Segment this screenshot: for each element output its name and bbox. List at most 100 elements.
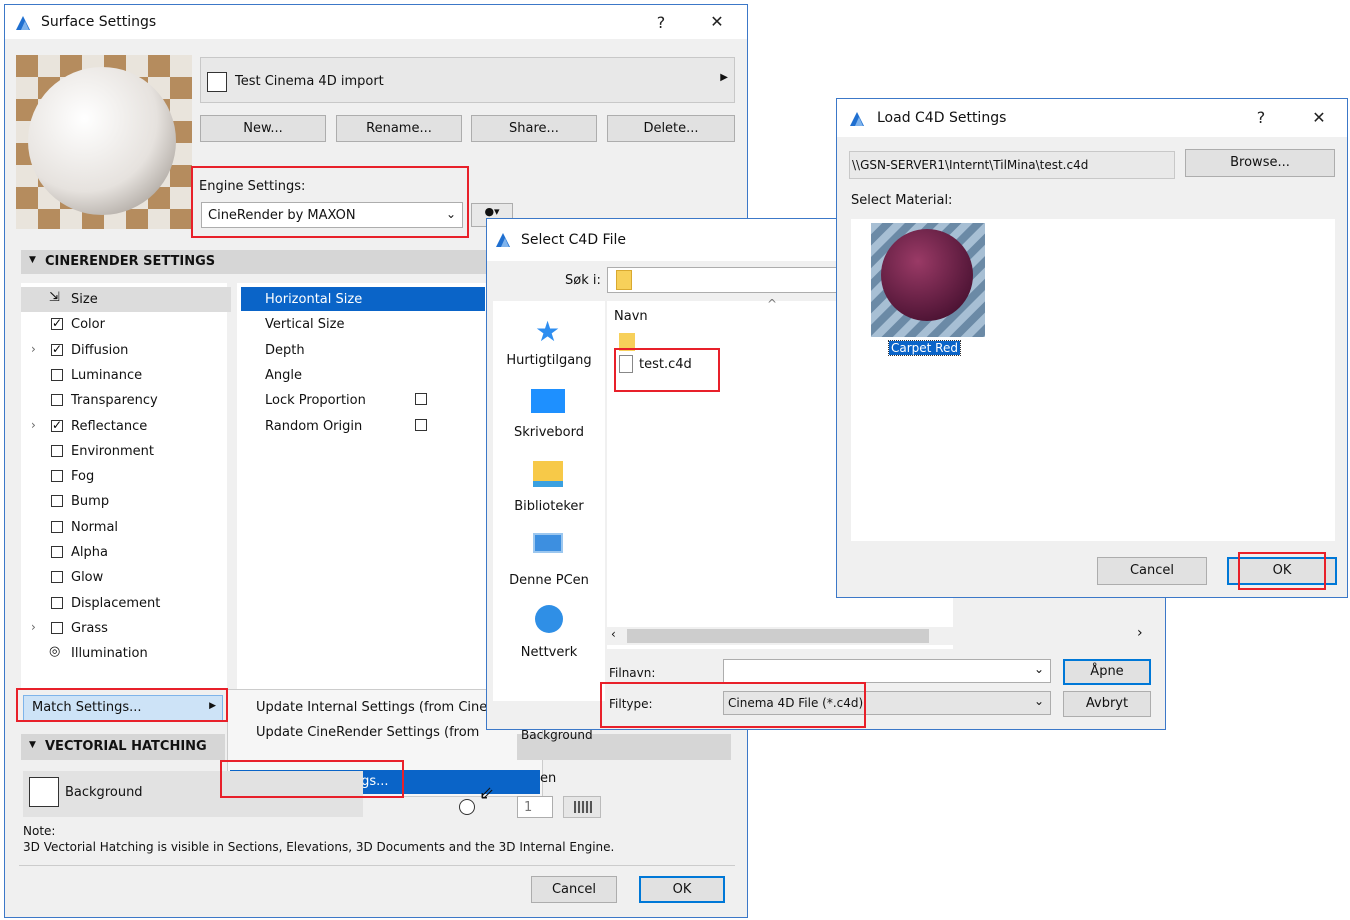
- channel-checkbox[interactable]: [51, 495, 63, 508]
- help-button[interactable]: ?: [1249, 108, 1273, 127]
- channel-label: Luminance: [71, 367, 143, 383]
- close-button[interactable]: ✕: [1307, 108, 1331, 127]
- highlight-ok: [1238, 552, 1326, 590]
- channel-label: Color: [71, 317, 105, 333]
- channel-item[interactable]: Bump: [21, 489, 231, 514]
- teapot-icon: ●▾: [484, 205, 500, 218]
- parameter-row[interactable]: Depth: [241, 338, 485, 362]
- delete-button[interactable]: Delete...: [607, 115, 735, 142]
- place-label: Skrivebord: [513, 425, 584, 440]
- chevron-left-icon[interactable]: ‹: [611, 627, 616, 641]
- channel-item[interactable]: Environment: [21, 439, 231, 464]
- cancel-button[interactable]: Cancel: [531, 876, 617, 903]
- pen-color-swatch[interactable]: [563, 796, 601, 818]
- material-list: Carpet Red: [851, 219, 1335, 541]
- channel-item[interactable]: Transparency: [21, 388, 231, 413]
- place-network[interactable]: Nettverk: [493, 605, 605, 665]
- place-label: Hurtigtilgang: [506, 353, 592, 368]
- menu-item-label: Update CineRender Settings (from: [256, 725, 480, 740]
- file-path-field[interactable]: \\GSN-SERVER1\Internt\TilMina\test.c4d: [849, 151, 1175, 179]
- channel-checkbox[interactable]: [51, 444, 63, 457]
- channel-label: Glow: [71, 570, 104, 586]
- channel-checkbox[interactable]: [51, 596, 63, 609]
- channel-item[interactable]: Luminance: [21, 363, 231, 388]
- place-quick-access[interactable]: ★ Hurtigtilgang: [493, 315, 605, 375]
- filename-input[interactable]: ⌄: [723, 659, 1051, 683]
- rename-button[interactable]: Rename...: [336, 115, 462, 142]
- channel-item[interactable]: › Diffusion: [21, 338, 231, 363]
- parameter-row[interactable]: Vertical Size: [241, 312, 485, 336]
- channel-label: Illumination: [71, 646, 148, 662]
- place-desktop[interactable]: Skrivebord: [493, 389, 605, 449]
- channel-item[interactable]: Fog: [21, 464, 231, 489]
- title-bar: Load C4D Settings ? ✕: [837, 99, 1347, 137]
- cancel-button[interactable]: Cancel: [1097, 557, 1207, 585]
- expand-arrow-icon[interactable]: ›: [31, 620, 36, 634]
- chevron-down-icon: ⌄: [1033, 662, 1044, 676]
- browse-button[interactable]: Browse...: [1185, 149, 1335, 177]
- pen-number-field[interactable]: 1: [517, 796, 553, 818]
- channel-item[interactable]: Color: [21, 312, 231, 337]
- open-button[interactable]: Åpne: [1063, 659, 1151, 685]
- channel-checkbox[interactable]: [51, 546, 63, 558]
- channel-item[interactable]: › Reflectance: [21, 414, 231, 439]
- channel-label: Reflectance: [71, 418, 148, 434]
- channel-item[interactable]: ⇲ Size: [21, 287, 231, 312]
- material-label: Carpet Red: [888, 340, 961, 356]
- vectorial-hatching-header[interactable]: ▼ VECTORIAL HATCHING: [21, 734, 225, 760]
- channel-item[interactable]: Normal: [21, 515, 231, 540]
- material-item-carpet-red[interactable]: Carpet Red: [871, 223, 987, 363]
- channel-checkbox[interactable]: [51, 368, 63, 381]
- channel-checkbox[interactable]: [51, 571, 63, 584]
- parameter-label: Angle: [265, 367, 302, 383]
- close-button[interactable]: ✕: [705, 12, 729, 31]
- parameter-row[interactable]: Random Origin: [241, 414, 485, 438]
- material-swatch: [207, 72, 227, 92]
- channel-item[interactable]: › Grass: [21, 616, 231, 641]
- place-this-pc[interactable]: Denne PCen: [493, 533, 605, 593]
- parameter-row[interactable]: Lock Proportion: [241, 388, 485, 412]
- size-icon: ⇲: [49, 290, 60, 305]
- chevron-right-icon: ▶: [720, 72, 728, 83]
- expand-arrow-icon[interactable]: ›: [31, 418, 36, 432]
- parameter-row[interactable]: Horizontal Size: [241, 287, 485, 311]
- ok-button[interactable]: OK: [639, 876, 725, 903]
- channel-checkbox[interactable]: [51, 394, 63, 407]
- parameter-label: Vertical Size: [265, 317, 345, 333]
- background-swatch: [29, 777, 59, 807]
- place-libraries[interactable]: Biblioteker: [493, 461, 605, 521]
- channel-item[interactable]: Glow: [21, 565, 231, 590]
- desktop-icon: [531, 389, 565, 413]
- channel-item[interactable]: Displacement: [21, 591, 231, 616]
- radio-button[interactable]: [459, 799, 475, 815]
- share-button[interactable]: Share...: [471, 115, 597, 142]
- expand-arrow-icon[interactable]: ›: [31, 342, 36, 356]
- channel-checkbox[interactable]: [51, 316, 63, 331]
- archicad-logo-icon: [850, 112, 864, 126]
- parameter-checkbox[interactable]: [415, 418, 427, 431]
- channel-checkbox[interactable]: [51, 621, 63, 634]
- help-button[interactable]: ?: [649, 13, 673, 32]
- hatch-pattern-icon: [574, 801, 592, 813]
- channel-checkbox[interactable]: [51, 470, 63, 483]
- channel-checkbox[interactable]: [51, 342, 63, 356]
- material-selector[interactable]: Test Cinema 4D import ▶: [200, 57, 735, 103]
- chevron-down-icon: ⌄: [1033, 694, 1044, 708]
- channel-checkbox[interactable]: [51, 520, 63, 533]
- horizontal-scrollbar[interactable]: ‹: [607, 627, 953, 645]
- material-preview: [16, 55, 192, 229]
- parameter-row[interactable]: Angle: [241, 363, 485, 387]
- chevron-right-icon[interactable]: ›: [1137, 625, 1143, 641]
- column-header-name[interactable]: Navn: [614, 309, 648, 324]
- channel-item[interactable]: Alpha: [21, 540, 231, 565]
- material-name: Test Cinema 4D import: [235, 74, 384, 89]
- mouse-pointer-icon: ⇙: [479, 783, 495, 804]
- channel-checkbox[interactable]: [51, 418, 63, 432]
- channel-item[interactable]: ◎ Illumination: [21, 641, 231, 666]
- network-globe-icon: [535, 605, 563, 633]
- new-button[interactable]: New...: [200, 115, 326, 142]
- archicad-logo-icon: [16, 16, 30, 30]
- parameter-checkbox[interactable]: [415, 393, 427, 406]
- cancel-button[interactable]: Avbryt: [1063, 691, 1151, 717]
- scrollbar-thumb[interactable]: [627, 629, 929, 643]
